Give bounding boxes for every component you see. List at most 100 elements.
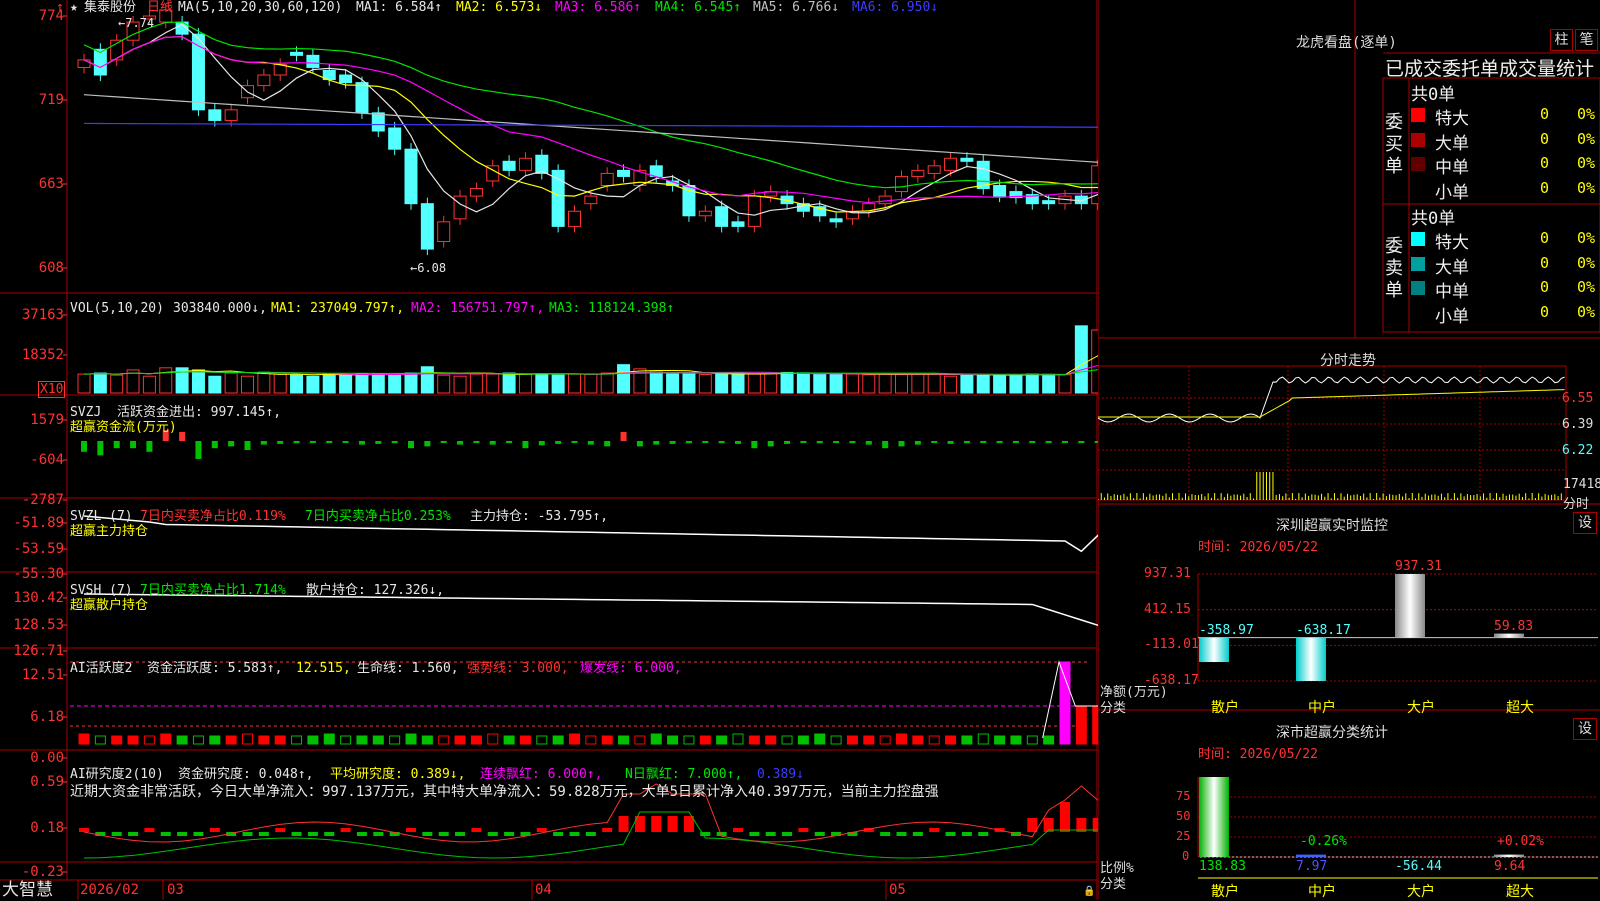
svzl-item2: 7日内买卖净占比0.253%: [305, 509, 451, 524]
volume-bar: [862, 374, 876, 394]
candle: [993, 185, 1007, 197]
volume-bar: [1058, 374, 1072, 394]
class-y-label: 50: [1176, 809, 1191, 823]
candle: [469, 188, 483, 197]
ai-active-v2: 12.515,: [296, 661, 351, 676]
sz-class-legend2: 分类: [1100, 877, 1127, 892]
activity-bar: [242, 733, 253, 745]
sz-monitor-settings-button[interactable]: 设: [1573, 512, 1597, 534]
research-bar: [569, 832, 580, 836]
activity-bar: [879, 735, 891, 745]
intraday-frame: [1098, 365, 1567, 501]
vol-title: VOL(5,10,20): [70, 301, 164, 316]
volume-bar: [960, 374, 974, 394]
volume-bar: [77, 373, 91, 394]
volume-bar: [208, 375, 222, 394]
lock-icon[interactable]: 🔒: [1083, 884, 1095, 899]
svzl-item1: 7日内买卖净占比0.119%: [140, 509, 286, 524]
ma6-value: MA6: 6.950↓: [852, 0, 939, 15]
volume-bar: [1025, 373, 1039, 394]
bar-mode-button[interactable]: 柱: [1550, 29, 1573, 51]
volume-bar: [257, 371, 271, 394]
candle: [747, 195, 761, 227]
fund-flow-bar: [1045, 441, 1052, 443]
fund-flow-bar: [408, 441, 414, 449]
ai-active-burst: 爆发线: 6.000,: [580, 661, 682, 676]
fund-flow-bar: [195, 441, 202, 459]
chart-canvas[interactable]: [0, 0, 1098, 900]
sell-row-pct: 0%: [1577, 229, 1596, 247]
research-bar: [961, 832, 972, 836]
sz-class-settings-button[interactable]: 设: [1573, 718, 1597, 740]
class-y-label: 75: [1176, 789, 1191, 803]
fund-flow-bar: [489, 441, 496, 445]
activity-bar: [291, 735, 303, 745]
volume-bar: [306, 375, 320, 394]
fund-flow-bar: [457, 441, 464, 445]
ai-research-y-label: 0.59: [30, 774, 64, 790]
activity-bar: [699, 735, 711, 745]
main-chart-area[interactable]: ★ 集泰股份 日线 MA(5,10,20,30,60,120) MA1: 6.5…: [0, 0, 1098, 900]
fund-flow-bar: [931, 441, 938, 443]
period-label[interactable]: 日线: [147, 0, 173, 15]
research-bar: [733, 828, 743, 832]
research-bar: [324, 832, 335, 836]
x-axis-label: 04: [535, 882, 552, 898]
activity-bar: [111, 735, 123, 745]
candle: [437, 221, 451, 243]
tick-mode-button[interactable]: 笔: [1575, 29, 1598, 51]
class-category: 大户: [1407, 884, 1435, 900]
volume-bar: [159, 367, 173, 394]
volume-bar: [878, 373, 892, 394]
monitor-y-label: 937.31: [1144, 566, 1191, 581]
svzj-name: 超赢资金流(万元): [70, 420, 177, 435]
activity-bar: [176, 735, 188, 745]
research-bar: [1060, 802, 1070, 832]
activity-bar: [683, 735, 695, 745]
volume-bar: [191, 369, 205, 394]
research-bar: [242, 832, 253, 836]
sell-order-label: 委卖单: [1385, 236, 1403, 301]
svsh-y-label: 126.71: [13, 643, 64, 659]
sell-row-count: 0: [1540, 278, 1550, 296]
vol-unit[interactable]: X10: [38, 381, 66, 398]
fund-flow-bar: [571, 441, 578, 443]
lhb-title: 龙虎看盘(逐单): [1296, 35, 1397, 51]
fund-flow-bar: [718, 441, 725, 444]
volume-bar: [290, 374, 304, 394]
research-bar: [945, 832, 956, 836]
volume-bar: [502, 372, 516, 394]
svzj-y-label: -604: [30, 452, 64, 468]
sell-row-name: 特大: [1435, 233, 1469, 253]
ai-active-y-label: 0.00: [30, 750, 64, 766]
fund-flow-bar: [391, 441, 398, 444]
activity-bar: [994, 735, 1006, 745]
sz-class-time: 时间: 2026/05/22: [1198, 747, 1318, 762]
fund-flow-bar: [97, 441, 104, 456]
fund-flow-bar: [980, 441, 987, 443]
research-bar: [356, 832, 367, 836]
stock-name[interactable]: 集泰股份: [84, 0, 136, 15]
activity-bar: [1075, 705, 1087, 745]
candle: [600, 172, 614, 187]
buy-row-pct: 0%: [1577, 105, 1596, 123]
fund-flow-bar: [702, 441, 709, 443]
volume-bar: [568, 373, 581, 394]
fund-flow-bar: [309, 441, 316, 443]
volume-bar: [747, 373, 761, 394]
research-bar: [258, 832, 269, 836]
price-y-label: 774: [38, 8, 64, 24]
svzj-value: 活跃资金进出: 997.145↑,: [117, 405, 282, 420]
fund-flow-bar: [326, 441, 333, 443]
volume-bar: [666, 373, 680, 394]
candle: [404, 148, 418, 205]
volume-bar: [1009, 374, 1023, 394]
svsh-value: 散户持仓: 127.326↓,: [306, 583, 445, 598]
candle: [1042, 200, 1056, 205]
ai-research-summary: 近期大资金非常活跃，今日大单净流入：997.137万元，其中特大单净流入：59.…: [70, 784, 939, 800]
fund-flow-bar: [1078, 441, 1085, 443]
class-category: 超大: [1506, 884, 1534, 900]
fund-flow-bar: [800, 441, 807, 443]
volume-bar: [437, 374, 451, 394]
monitor-bar: [1494, 633, 1524, 638]
